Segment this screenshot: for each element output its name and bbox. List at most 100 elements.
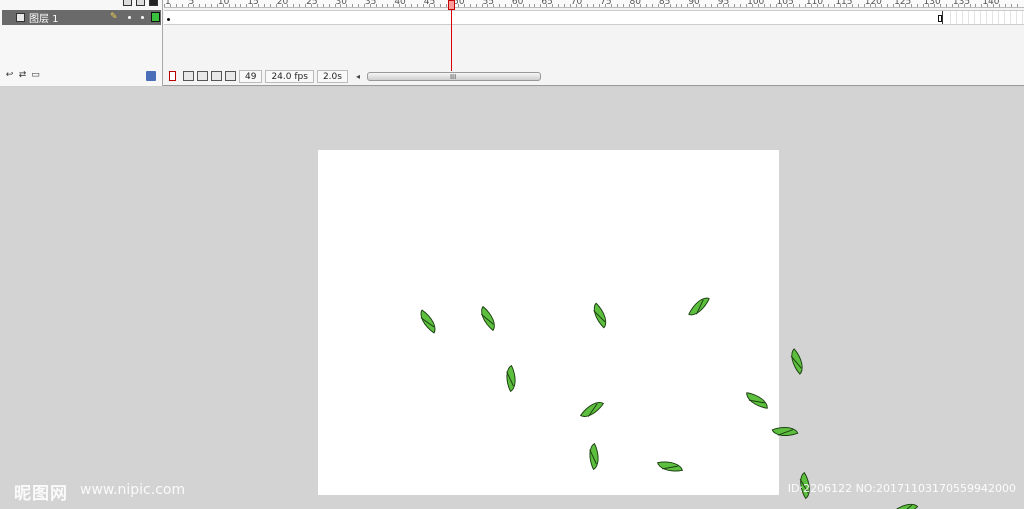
ruler-tick-mark <box>557 4 559 7</box>
ruler-tick-label: 130 <box>923 0 941 7</box>
ruler-tick-mark <box>381 4 383 7</box>
ruler-tick-mark <box>440 4 442 7</box>
ruler-tick-mark <box>940 4 942 7</box>
frames-row[interactable] <box>164 10 1024 25</box>
ruler-tick-mark <box>322 4 324 7</box>
ruler-tick-mark <box>587 4 589 7</box>
edit-multiple-frames-icon[interactable] <box>211 71 222 81</box>
ruler-tick-mark <box>922 4 924 7</box>
ruler-tick-mark <box>957 4 959 7</box>
empty-frames[interactable] <box>945 11 1024 24</box>
ruler-tick-mark <box>399 4 401 7</box>
delete-layer-icon[interactable] <box>146 71 156 81</box>
ruler-tick-mark <box>305 4 307 7</box>
ruler-tick-mark <box>646 4 648 7</box>
ruler-tick-mark <box>463 4 465 7</box>
ruler-tick-mark <box>851 4 853 7</box>
ruler-tick-mark <box>804 4 806 7</box>
layer-list: 图层 1 ✎ ↩ ⇄ ▭ <box>0 0 163 86</box>
pasteboard[interactable] <box>0 87 1024 509</box>
ruler-tick-mark <box>734 4 736 7</box>
ruler-tick-label: 125 <box>894 0 912 7</box>
ruler-tick-mark <box>287 4 289 7</box>
ruler-tick-mark <box>840 4 842 7</box>
ruler-tick-mark <box>469 4 471 7</box>
ruler-tick-mark <box>458 4 459 7</box>
frame-span[interactable] <box>164 11 943 24</box>
ruler-tick-mark <box>881 4 883 7</box>
eye-icon[interactable] <box>123 0 132 6</box>
frame-rate[interactable]: 24.0 fps <box>265 69 314 83</box>
layer-name[interactable]: 图层 1 <box>29 10 59 25</box>
timeline-panel: 图层 1 ✎ ↩ ⇄ ▭ 151015202530354045505560657… <box>0 0 1024 86</box>
ruler-tick-mark <box>522 4 524 7</box>
ruler-tick-mark <box>199 4 201 7</box>
ruler-tick-mark <box>893 4 895 7</box>
ruler-tick-mark <box>816 4 818 7</box>
ruler-tick-mark <box>293 4 295 7</box>
ruler-tick-mark <box>328 4 330 7</box>
watermark-url: www.nipic.com <box>80 482 186 498</box>
ruler-tick-mark <box>434 4 436 7</box>
outline-icon[interactable] <box>149 0 158 6</box>
ruler-tick-mark <box>610 4 612 7</box>
ruler-tick-mark <box>657 4 659 7</box>
ruler-tick-mark <box>181 4 183 7</box>
ruler-tick-mark <box>352 4 354 7</box>
insert-layer-icon[interactable]: ↩ <box>4 70 15 80</box>
add-motion-guide-icon[interactable]: ⇄ <box>17 70 28 80</box>
ruler-tick-mark <box>887 4 889 7</box>
scroll-left-arrow-icon[interactable]: ◂ <box>356 72 364 81</box>
ruler-tick-mark <box>934 4 936 7</box>
ruler-tick-mark <box>752 4 753 7</box>
ruler-tick-mark <box>475 4 477 7</box>
ruler-tick-mark <box>258 4 260 7</box>
ruler-tick-mark <box>910 4 912 7</box>
ruler-tick-mark <box>334 4 336 7</box>
ruler-tick-mark <box>422 4 424 7</box>
stage[interactable] <box>318 150 779 495</box>
ruler-tick-mark <box>799 4 801 7</box>
lock-icon[interactable] <box>136 0 145 6</box>
insert-folder-icon[interactable]: ▭ <box>30 70 41 80</box>
layer-row[interactable]: 图层 1 ✎ <box>2 10 161 25</box>
ruler-tick-mark <box>869 4 871 7</box>
scroll-grip[interactable]: III <box>450 73 456 81</box>
ruler-tick-mark <box>216 4 218 7</box>
ruler-tick-mark <box>375 4 377 7</box>
ruler-tick-mark <box>481 4 483 7</box>
ruler-tick-mark <box>581 4 583 7</box>
ruler-tick-mark <box>652 4 654 7</box>
layer-tools: ↩ ⇄ ▭ <box>4 70 41 80</box>
modify-onion-markers-icon[interactable] <box>225 71 236 81</box>
timeline-status-bar: 49 24.0 fps 2.0s ◂ III <box>164 69 1024 83</box>
ruler-tick-mark <box>569 4 571 7</box>
center-frame-icon[interactable] <box>169 71 176 81</box>
ruler-tick-mark <box>740 4 742 7</box>
ruler-tick-mark <box>763 4 765 7</box>
ruler-tick-mark <box>552 4 554 7</box>
keyframe-marker[interactable] <box>167 18 170 21</box>
ruler-tick-mark <box>164 4 165 7</box>
visibility-dot[interactable] <box>128 16 131 19</box>
ruler-tick-label: 105 <box>776 0 794 7</box>
lock-dot[interactable] <box>141 16 144 19</box>
ruler-tick-mark <box>416 4 418 7</box>
ruler-tick-mark <box>899 4 900 7</box>
end-frame-marker[interactable] <box>938 15 942 22</box>
ruler-tick-mark <box>211 4 213 7</box>
playhead[interactable] <box>448 0 455 10</box>
ruler-tick-mark <box>410 4 412 7</box>
watermark-id: ID:2206122 NO:20171103170559942000 <box>787 482 1016 495</box>
ruler-tick-mark <box>340 4 342 7</box>
ruler-tick-mark <box>834 4 836 7</box>
layer-outline-swatch[interactable] <box>151 12 160 22</box>
frame-ruler[interactable]: 1510152025303540455055606570758085909510… <box>164 0 1024 8</box>
timeline-scrollbar[interactable]: III <box>366 71 541 81</box>
onion-skin-outline-icon[interactable] <box>197 71 208 81</box>
ruler-tick-label: 140 <box>982 0 1000 7</box>
ruler-tick-mark <box>904 4 906 7</box>
ruler-tick-mark <box>534 4 536 7</box>
ruler-tick-label: 100 <box>747 0 765 7</box>
onion-skin-icon[interactable] <box>183 71 194 81</box>
